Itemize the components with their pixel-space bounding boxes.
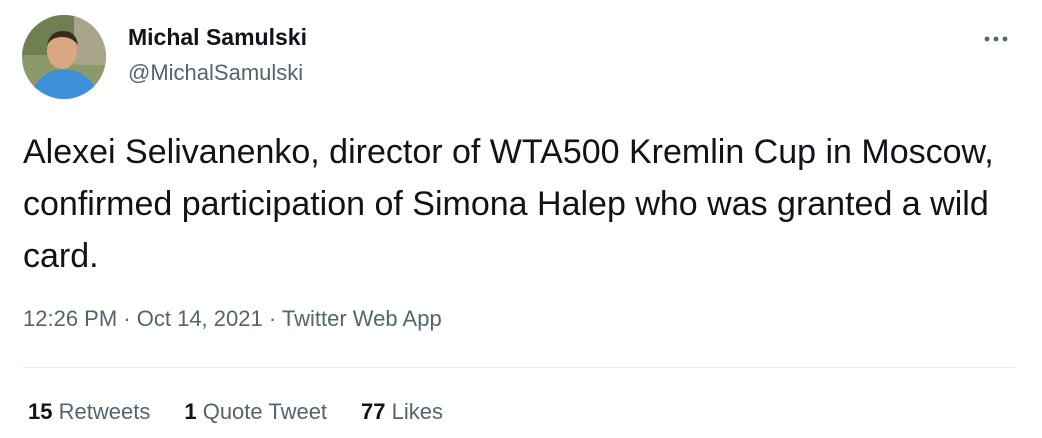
author-avatar[interactable]	[22, 15, 106, 99]
retweets-label: Retweets	[58, 399, 151, 424]
meta-separator: ·	[268, 306, 282, 331]
author-display-name[interactable]: Michal Samulski	[128, 24, 307, 51]
likes-count: 77	[361, 399, 386, 424]
tweet-source-link[interactable]: Twitter Web App	[282, 306, 442, 331]
author-handle[interactable]: @MichalSamulski	[128, 60, 303, 86]
tweet-stats: 15 Retweets 1 Quote Tweet 77 Likes	[28, 399, 443, 425]
tweet-date-link[interactable]: Oct 14, 2021	[137, 306, 263, 331]
likes-stat[interactable]: 77 Likes	[361, 399, 443, 425]
meta-separator: ·	[123, 306, 137, 331]
retweets-count: 15	[28, 399, 53, 424]
more-options-icon	[984, 36, 1008, 42]
tweet-time-link[interactable]: 12:26 PM	[23, 306, 117, 331]
tweet-meta: 12:26 PM · Oct 14, 2021 · Twitter Web Ap…	[23, 306, 442, 332]
quote-tweets-count: 1	[184, 399, 197, 424]
more-options-button[interactable]	[978, 24, 1014, 54]
tweet-text: Alexei Selivanenko, director of WTA500 K…	[23, 133, 994, 275]
quote-tweets-label: Quote Tweet	[202, 399, 328, 424]
retweets-stat[interactable]: 15 Retweets	[28, 399, 150, 425]
tweet-card: Michal Samulski @MichalSamulski Alexei S…	[0, 0, 1042, 438]
quote-tweets-stat[interactable]: 1 Quote Tweet	[184, 399, 327, 425]
user-avatar-photo-icon	[22, 15, 106, 99]
stats-divider	[23, 367, 1015, 368]
likes-label: Likes	[391, 399, 444, 424]
